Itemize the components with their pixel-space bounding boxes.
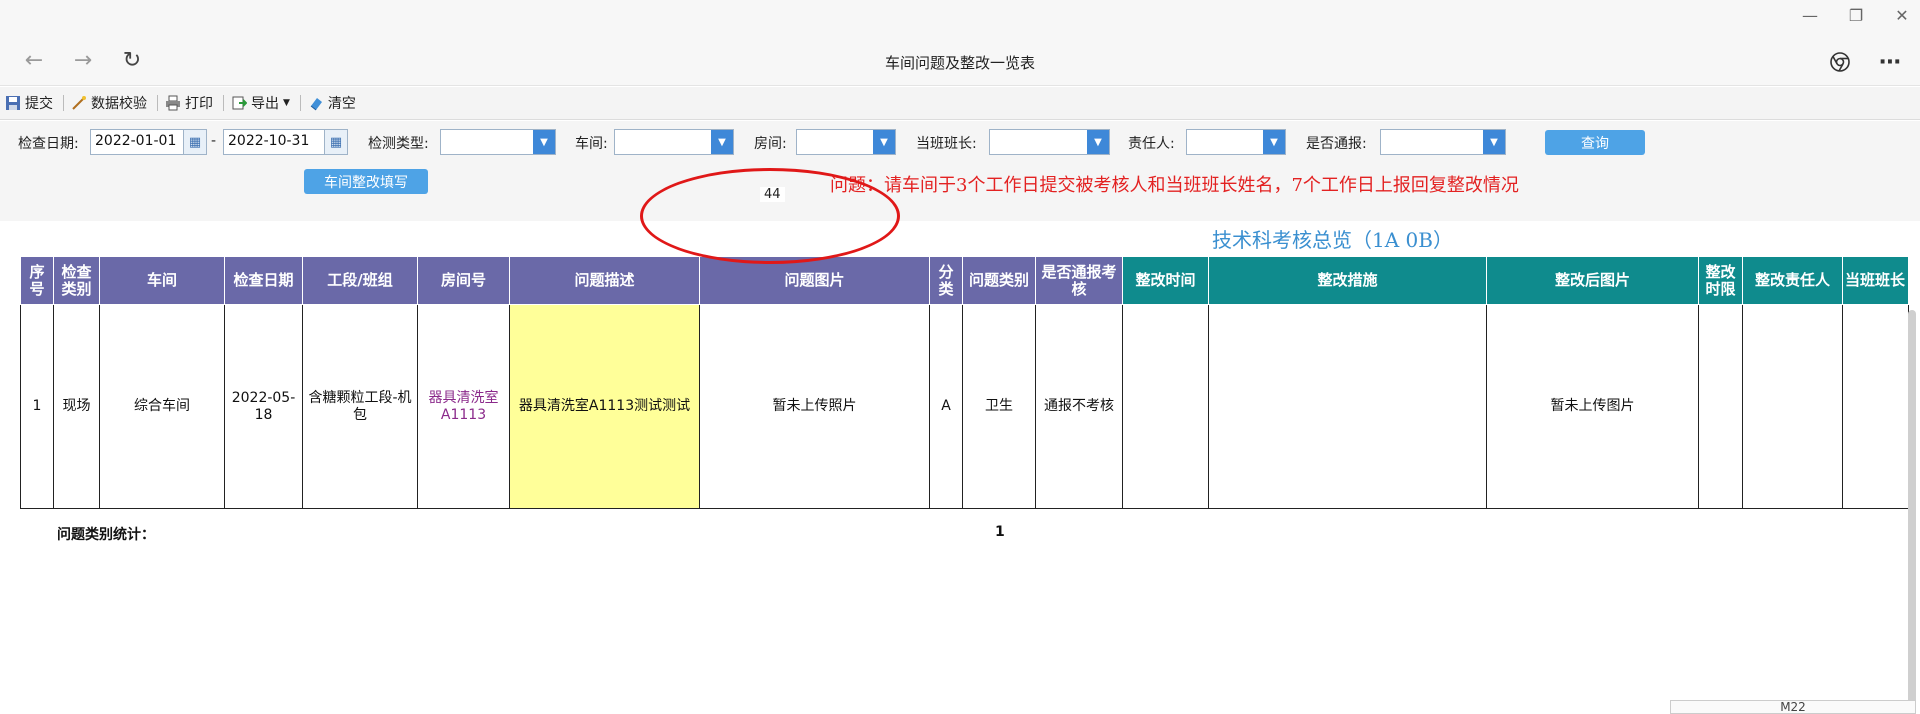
notified-select[interactable]: ▼ <box>1380 129 1506 155</box>
chevron-down-icon: ▼ <box>1087 130 1109 154</box>
room-label: 房间: <box>754 136 787 152</box>
chevron-down-icon: ▼ <box>283 98 290 108</box>
cell-photo: 暂未上传照片 <box>699 304 930 509</box>
stats-value: 1 <box>995 524 1005 540</box>
toolbar-divider <box>157 95 158 111</box>
close-icon[interactable]: ✕ <box>1884 2 1920 28</box>
detect-type-select[interactable]: ▼ <box>440 129 556 155</box>
header-measures: 整改措施 <box>1208 256 1487 305</box>
check-date-label: 检查日期: <box>18 136 79 152</box>
printer-icon <box>164 94 182 112</box>
room-select[interactable]: ▼ <box>796 129 896 155</box>
more-options-icon[interactable]: ⋯ <box>1875 48 1905 76</box>
cell-fix-time[interactable] <box>1122 304 1209 509</box>
header-class: 分类 <box>929 256 963 305</box>
issues-table: 序号 检查类别 车间 检查日期 工段/班组 房间号 问题描述 问题图片 分类 问… <box>20 256 1909 509</box>
cell-fix-person[interactable] <box>1742 304 1843 509</box>
wand-icon <box>70 94 88 112</box>
cell-after-photo: 暂未上传图片 <box>1486 304 1699 509</box>
header-fix-time: 整改时间 <box>1122 256 1209 305</box>
print-button[interactable]: 打印 <box>162 91 219 115</box>
chevron-down-icon: ▼ <box>1483 130 1505 154</box>
header-room: 房间号 <box>417 256 510 305</box>
stats-label: 问题类别统计： <box>57 527 155 543</box>
cell-deadline <box>1698 304 1743 509</box>
date-separator: - <box>211 133 217 149</box>
minimize-icon[interactable]: — <box>1792 2 1828 28</box>
workshop-label: 车间: <box>575 136 608 152</box>
responsible-select[interactable]: ▼ <box>1186 129 1286 155</box>
header-after-photo: 整改后图片 <box>1486 256 1699 305</box>
workshop-select[interactable]: ▼ <box>614 129 734 155</box>
cell-section: 含糖颗粒工段-机包 <box>302 304 418 509</box>
header-workshop: 车间 <box>99 256 225 305</box>
calendar-icon[interactable]: ▦ <box>183 129 207 155</box>
shift-leader-select[interactable]: ▼ <box>989 129 1110 155</box>
cell-type: 卫生 <box>962 304 1036 509</box>
submit-button[interactable]: 提交 <box>2 91 59 115</box>
toolbar-divider <box>299 95 301 111</box>
cell-date: 2022-05-18 <box>224 304 303 509</box>
window-title: 车间问题及整改一览表 <box>884 54 1035 72</box>
toolbar-divider <box>63 95 64 111</box>
detect-type-label: 检测类型: <box>368 136 429 152</box>
workshop-fix-button[interactable]: 车间整改填写 <box>304 169 428 194</box>
header-photo: 问题图片 <box>699 256 930 305</box>
calendar-icon[interactable]: ▦ <box>324 129 348 155</box>
cell-room-link[interactable]: 器具清洗室A1113 <box>417 304 510 509</box>
header-leader: 当班班长 <box>1842 256 1909 305</box>
chevron-down-icon: ▼ <box>1263 130 1285 154</box>
cell-category: 现场 <box>53 304 100 509</box>
export-icon <box>230 94 248 112</box>
cell-description: 器具清洗室A1113测试测试 <box>509 304 700 509</box>
overview-title: 技术科考核总览（1A 0B） <box>1212 228 1453 252</box>
red-annotation-circle <box>640 168 900 264</box>
toolbar-divider <box>223 95 224 111</box>
table-row[interactable]: 1 现场 综合车间 2022-05-18 含糖颗粒工段-机包 器具清洗室A111… <box>20 304 1909 509</box>
header-fix-person: 整改责任人 <box>1742 256 1843 305</box>
header-type: 问题类别 <box>962 256 1036 305</box>
header-section: 工段/班组 <box>302 256 418 305</box>
header-category: 检查类别 <box>53 256 100 305</box>
save-icon <box>4 94 22 112</box>
cell-seq: 1 <box>20 304 54 509</box>
header-date: 检查日期 <box>224 256 303 305</box>
chevron-down-icon: ▼ <box>533 130 555 154</box>
export-button[interactable]: 导出 ▼ <box>228 91 296 115</box>
chevron-down-icon: ▼ <box>711 130 733 154</box>
cell-notified: 通报不考核 <box>1035 304 1123 509</box>
validate-button[interactable]: 数据校验 <box>68 91 153 115</box>
cell-measures[interactable] <box>1208 304 1487 509</box>
date-from-input[interactable]: 2022-01-01 <box>90 129 184 155</box>
cell-leader[interactable] <box>1842 304 1909 509</box>
chrome-icon[interactable] <box>1825 48 1855 76</box>
restore-icon[interactable]: ❐ <box>1838 2 1874 28</box>
header-notified: 是否通报考核 <box>1035 256 1123 305</box>
notified-label: 是否通报: <box>1306 136 1367 152</box>
header-description: 问题描述 <box>509 256 700 305</box>
header-deadline: 整改时限 <box>1698 256 1743 305</box>
notice-text: 问题：请车间于3个工作日提交被考核人和当班班长姓名，7个工作日上报回复整改情况 <box>830 175 1519 196</box>
clear-button[interactable]: 清空 <box>305 91 362 115</box>
bottom-sheet-tab[interactable]: M22 <box>1670 700 1916 714</box>
vertical-scrollbar[interactable] <box>1908 310 1916 710</box>
chevron-down-icon: ▼ <box>873 130 895 154</box>
table-header-row: 序号 检查类别 车间 检查日期 工段/班组 房间号 问题描述 问题图片 分类 问… <box>20 256 1909 305</box>
browser-titlebar: ← → ↻ 车间问题及整改一览表 — ❐ ✕ ⋯ <box>0 0 1920 86</box>
filter-panel: 检查日期: 2022-01-01 ▦ - 2022-10-31 ▦ 检测类型: … <box>0 121 1920 221</box>
cell-class: A <box>929 304 963 509</box>
toolbar: 提交 数据校验 打印 导出 ▼ 清空 <box>0 87 1920 120</box>
query-button[interactable]: 查询 <box>1545 130 1645 155</box>
cell-workshop: 综合车间 <box>99 304 225 509</box>
eraser-icon <box>307 94 325 112</box>
responsible-label: 责任人: <box>1128 136 1175 152</box>
date-to-input[interactable]: 2022-10-31 <box>223 129 325 155</box>
shift-leader-label: 当班班长: <box>916 136 977 152</box>
header-seq: 序号 <box>20 256 54 305</box>
